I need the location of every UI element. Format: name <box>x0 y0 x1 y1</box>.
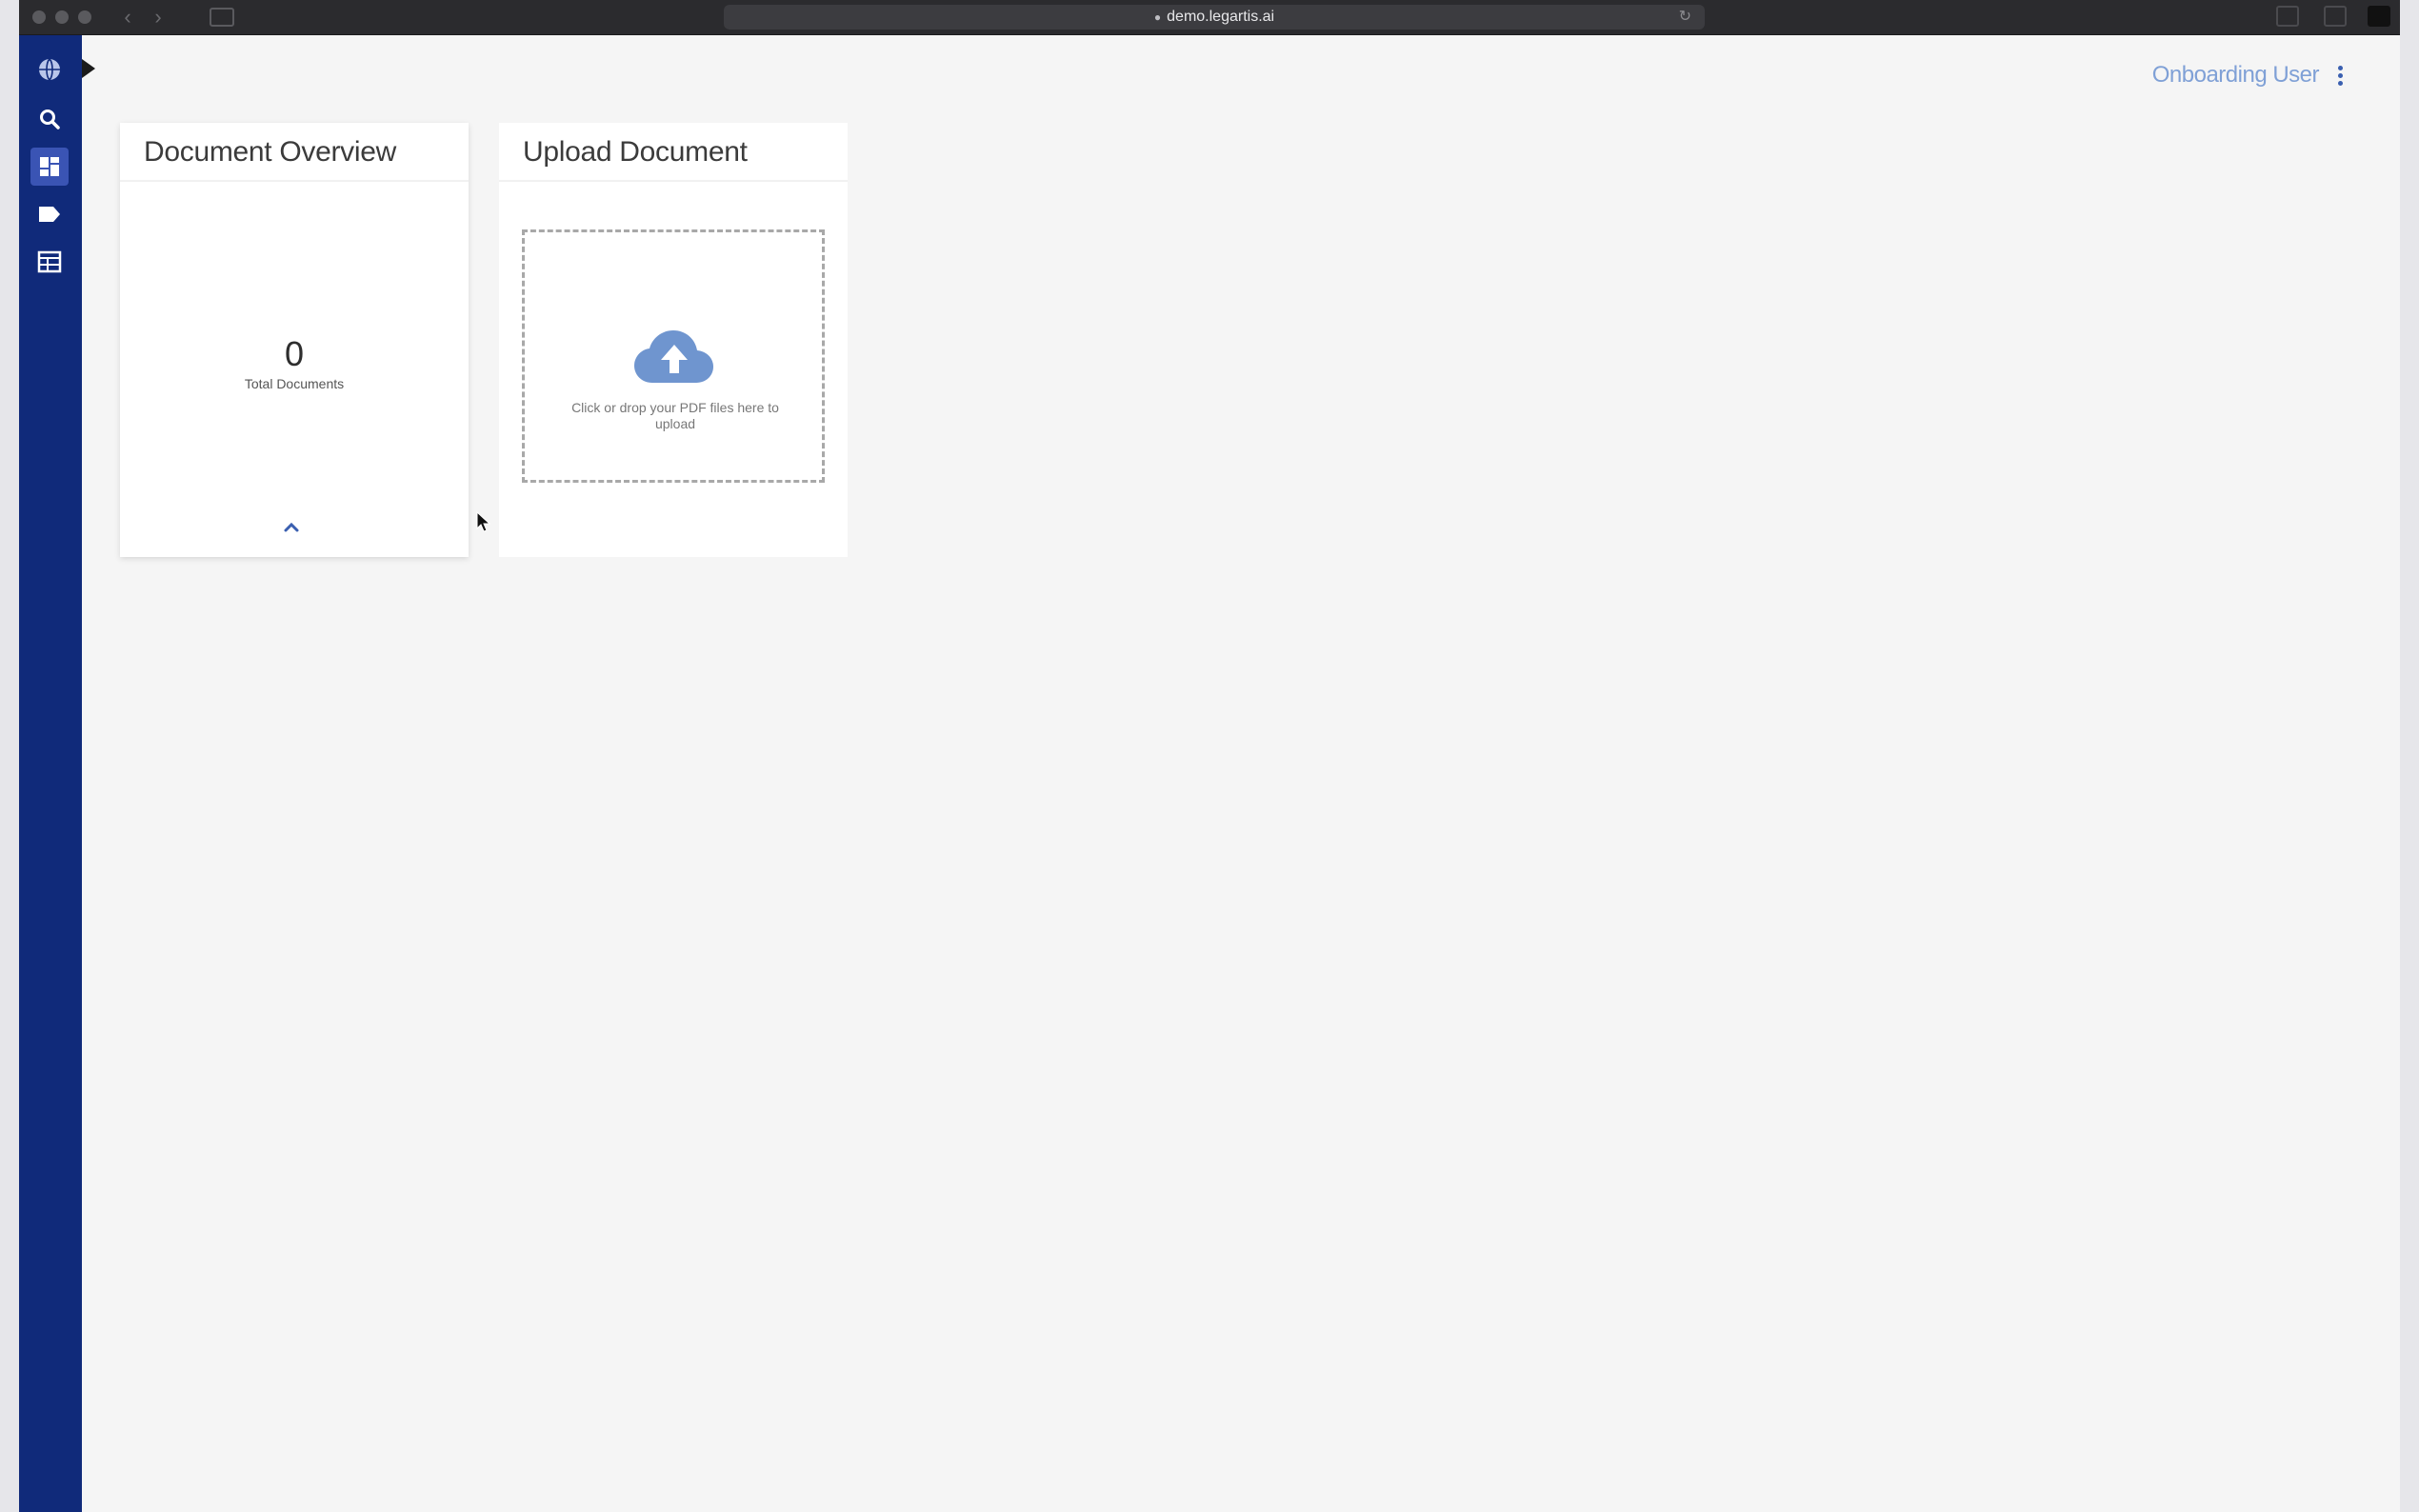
total-documents-label: Total Documents <box>244 376 345 391</box>
sidebar-item-search[interactable] <box>30 100 69 138</box>
upload-document-card: Upload Document Click or drop your PDF f… <box>499 123 848 557</box>
address-bar[interactable]: ● demo.legartis.ai ↻ <box>724 5 1705 30</box>
chevron-up-icon[interactable] <box>282 521 301 534</box>
tabs-overview-icon[interactable] <box>2324 6 2347 27</box>
document-overview-card: Document Overview 0 Total Documents <box>120 123 469 557</box>
mouse-cursor-icon <box>476 511 491 532</box>
app-window: Onboarding User Document Overview 0 Tota… <box>19 35 2400 1512</box>
more-vertical-icon[interactable] <box>2338 65 2343 86</box>
sidebar <box>19 35 82 1512</box>
sidebar-item-labels[interactable] <box>30 195 69 233</box>
sidebar-item-documents[interactable] <box>30 243 69 281</box>
user-name[interactable]: Onboarding User <box>2152 62 2320 89</box>
url-text: demo.legartis.ai <box>1167 9 1275 25</box>
cloud-upload-icon <box>634 330 713 383</box>
search-icon <box>40 109 60 129</box>
sidebar-expand-icon[interactable] <box>82 59 95 78</box>
user-menu[interactable]: Onboarding User <box>2152 62 2343 89</box>
close-window-button[interactable] <box>32 10 46 24</box>
upload-hint-text: Click or drop your PDF files here to upl… <box>571 400 779 431</box>
forward-button[interactable]: › <box>149 7 168 28</box>
file-dropzone[interactable]: Click or drop your PDF files here to upl… <box>522 229 825 483</box>
total-documents-count: 0 <box>284 334 305 373</box>
new-tab-icon[interactable] <box>2368 6 2390 27</box>
tag-icon <box>39 207 60 222</box>
zoom-window-button[interactable] <box>78 10 91 24</box>
share-icon[interactable] <box>2276 6 2299 27</box>
browser-sidebar-icon[interactable] <box>210 8 234 27</box>
dashboard-icon <box>40 157 59 176</box>
table-icon <box>37 250 62 273</box>
back-button[interactable]: ‹ <box>118 7 137 28</box>
lock-icon: ● <box>1153 10 1162 24</box>
sidebar-item-dashboard[interactable] <box>30 148 69 186</box>
reload-icon[interactable]: ↻ <box>1679 5 1691 30</box>
sidebar-item-logo[interactable] <box>30 50 69 89</box>
browser-titlebar: ‹ › ● demo.legartis.ai ↻ <box>19 0 2400 35</box>
card-title: Upload Document <box>499 123 848 182</box>
globe-icon <box>39 58 60 81</box>
card-title: Document Overview <box>120 123 469 182</box>
minimize-window-button[interactable] <box>55 10 69 24</box>
